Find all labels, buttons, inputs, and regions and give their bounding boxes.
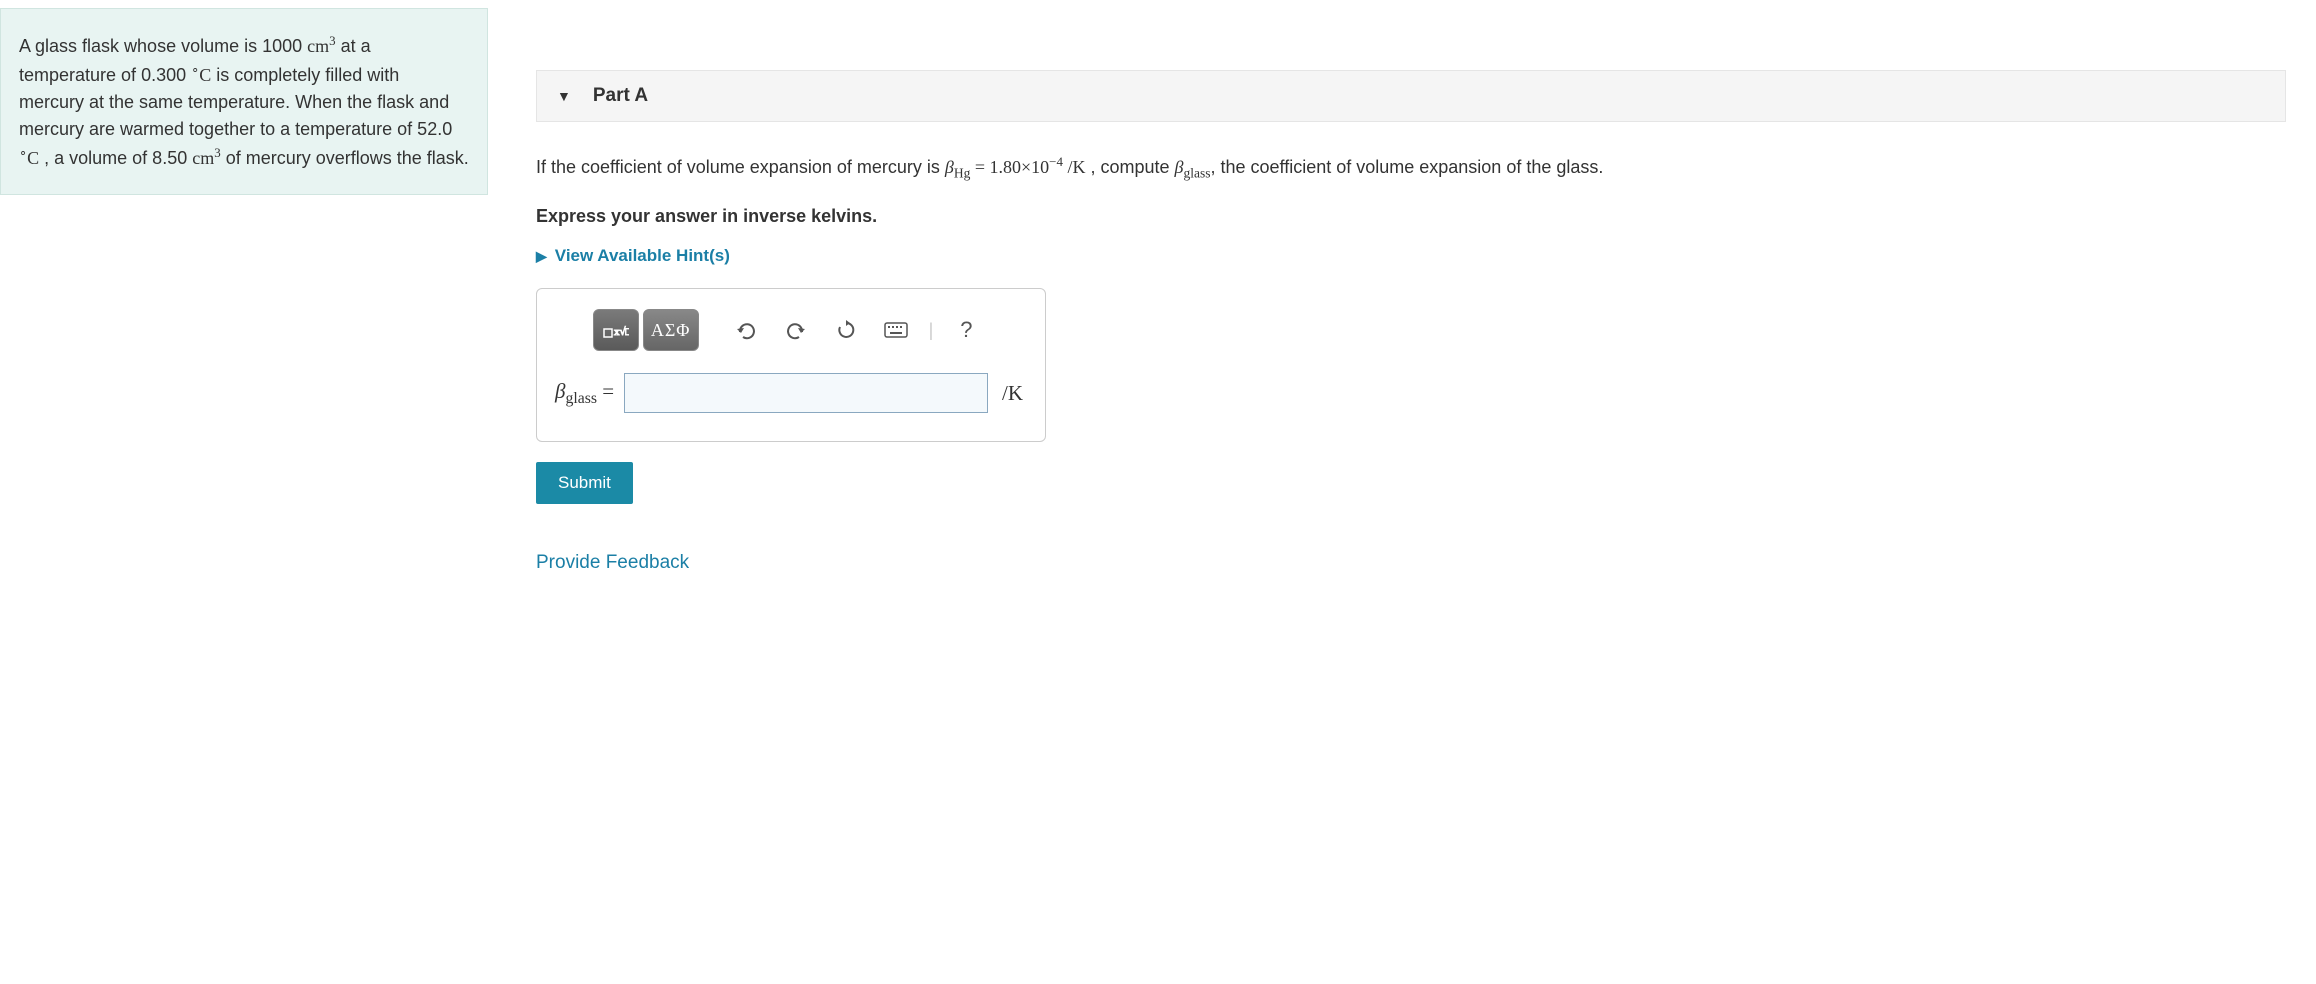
problem-statement-panel: A glass flask whose volume is 1000 cm3 a… xyxy=(0,8,488,195)
beta-hg-symbol: βHg xyxy=(945,157,970,177)
answer-unit-label: /K xyxy=(988,381,1031,406)
text: If the coefficient of volume expansion o… xyxy=(536,157,945,177)
text: , a volume of 8.50 xyxy=(39,148,192,168)
redo-button[interactable] xyxy=(773,309,819,351)
greek-letters-button[interactable]: ΑΣΦ xyxy=(643,309,699,351)
answer-variable-label: βglass = xyxy=(551,379,624,408)
per-k: /K xyxy=(1063,157,1086,177)
answer-input[interactable] xyxy=(624,373,988,413)
reset-button[interactable] xyxy=(823,309,869,351)
question-text: If the coefficient of volume expansion o… xyxy=(536,152,2286,184)
view-hints-link[interactable]: ▶ View Available Hint(s) xyxy=(536,246,730,266)
equation-toolbar: x√□ ΑΣΦ | xyxy=(537,309,1045,351)
expand-arrow-icon: ▶ xyxy=(536,248,547,264)
undo-button[interactable] xyxy=(723,309,769,351)
submit-button[interactable]: Submit xyxy=(536,462,633,504)
unit-cm3: cm3 xyxy=(307,36,335,56)
exponent: −4 xyxy=(1049,154,1063,169)
part-title: Part A xyxy=(593,85,648,107)
part-header[interactable]: ▼ Part A xyxy=(536,70,2286,122)
separator: | xyxy=(929,320,934,341)
deg-c: ∘C xyxy=(191,65,211,85)
answer-instruction: Express your answer in inverse kelvins. xyxy=(536,206,2286,227)
hints-label: View Available Hint(s) xyxy=(555,246,730,265)
text: = 1.80×10 xyxy=(970,157,1049,177)
svg-text:x√□: x√□ xyxy=(614,326,629,338)
collapse-arrow-icon: ▼ xyxy=(557,88,571,104)
templates-button[interactable]: x√□ xyxy=(593,309,639,351)
answer-box: x√□ ΑΣΦ | xyxy=(536,288,1046,442)
text: A glass flask whose volume is 1000 xyxy=(19,36,307,56)
text: , compute xyxy=(1085,157,1174,177)
provide-feedback-link[interactable]: Provide Feedback xyxy=(536,552,689,574)
deg-c: ∘C xyxy=(19,148,39,168)
unit-cm3: cm3 xyxy=(192,148,220,168)
text: , the coefficient of volume expansion of… xyxy=(1210,157,1603,177)
answer-panel: ▼ Part A If the coefficient of volume ex… xyxy=(488,0,2316,574)
problem-text: A glass flask whose volume is 1000 cm3 a… xyxy=(19,31,469,172)
text: of mercury overflows the flask. xyxy=(221,148,469,168)
keyboard-button[interactable] xyxy=(873,309,919,351)
answer-row: βglass = /K xyxy=(537,373,1045,413)
help-button[interactable]: ? xyxy=(943,309,989,351)
beta-glass-symbol: βglass xyxy=(1175,157,1211,177)
